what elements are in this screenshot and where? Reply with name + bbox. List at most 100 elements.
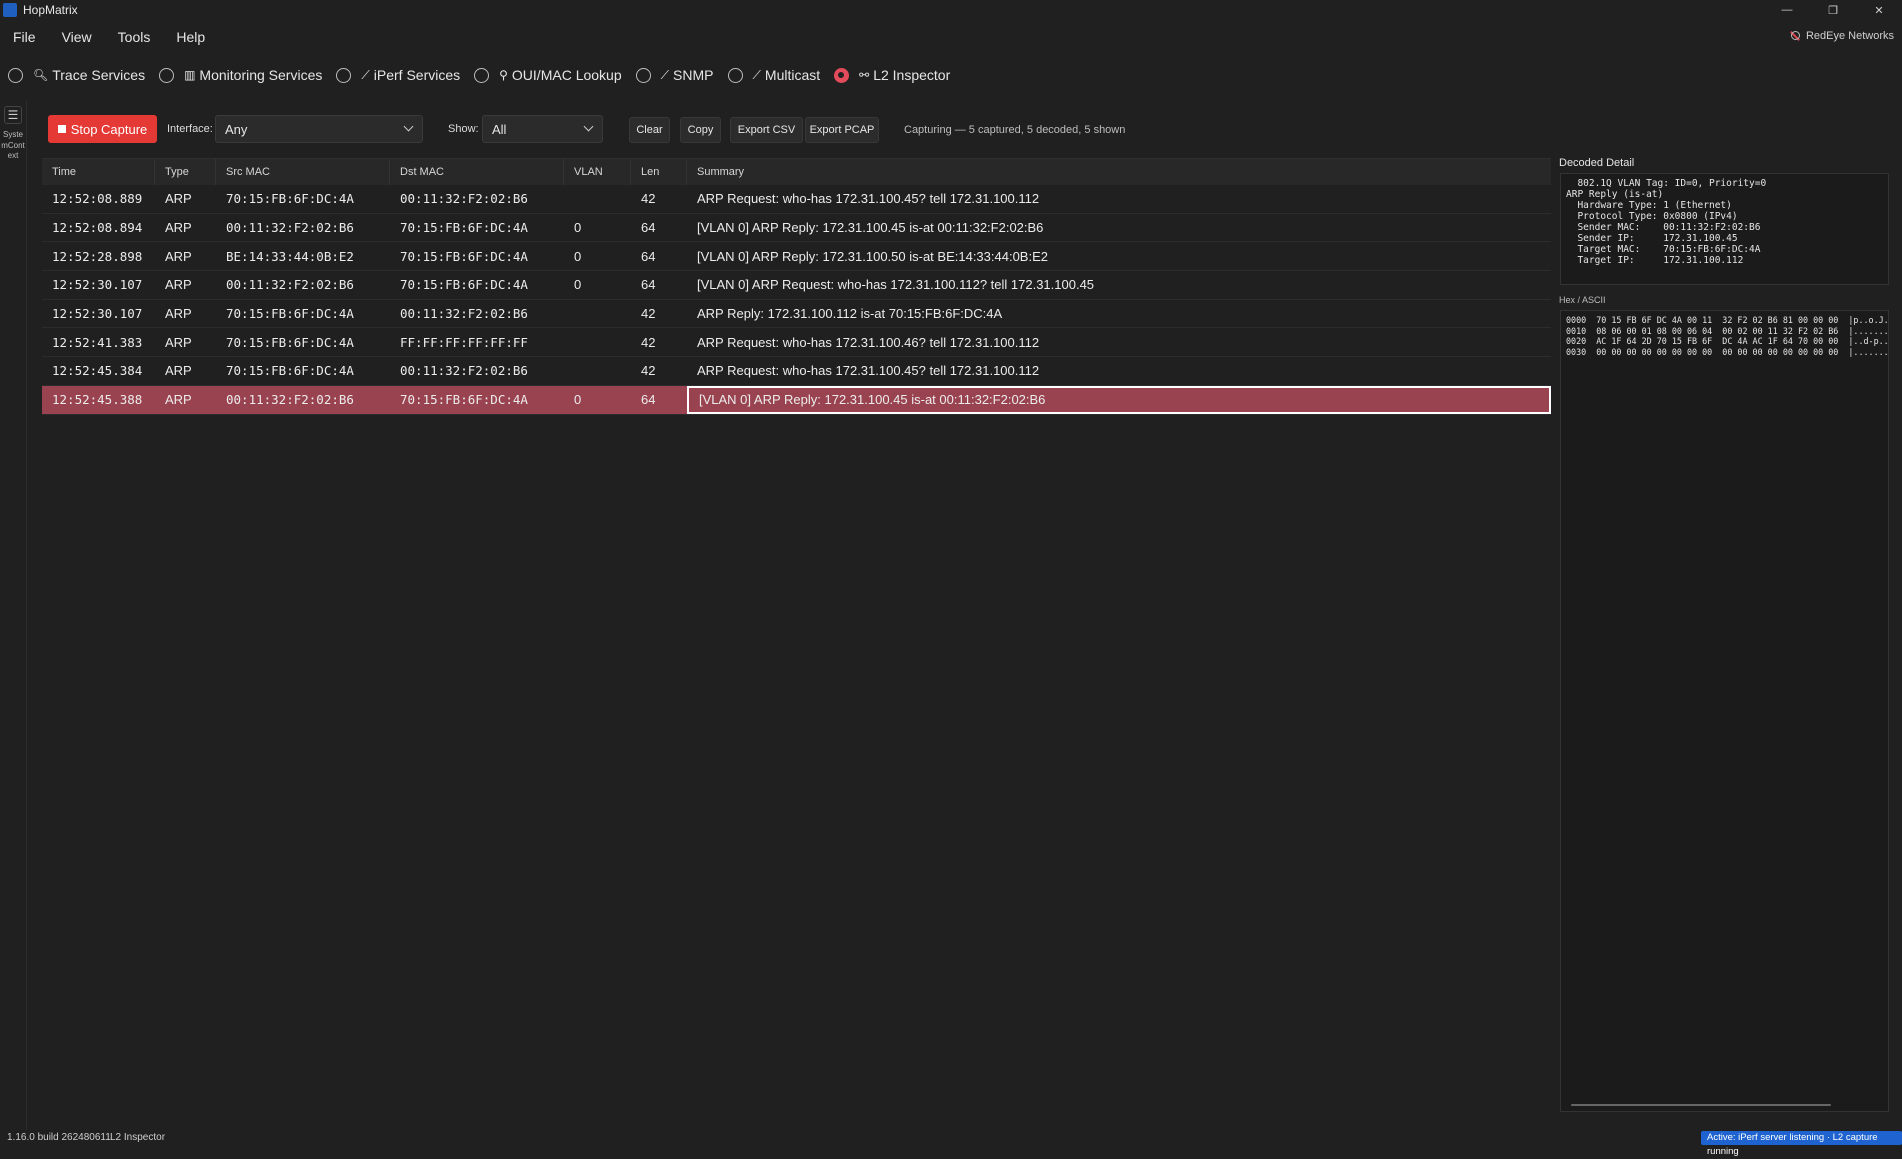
cell-src-mac: 70:15:FB:6F:DC:4A [226, 306, 354, 322]
cell-len: 42 [641, 363, 656, 379]
cell-time: 12:52:30.107 [52, 306, 143, 322]
export-csv-button[interactable]: Export CSV [730, 117, 803, 143]
hamburger-menu-icon[interactable]: ☰ [4, 106, 22, 124]
mode-label: L2 Inspector [873, 67, 951, 83]
cell-src-mac: 00:11:32:F2:02:B6 [226, 220, 354, 236]
brand: RedEye Networks [1788, 29, 1894, 43]
column-dst-mac[interactable]: Dst MAC [390, 159, 564, 185]
radio-oui-mac-lookup[interactable] [474, 67, 490, 83]
cell-dst-mac: 70:15:FB:6F:DC:4A [400, 248, 528, 264]
cell-len: 64 [641, 248, 656, 264]
capture-status: Capturing — 5 captured, 5 decoded, 5 sho… [904, 124, 1126, 136]
cell-type: ARP [165, 191, 192, 207]
clear-button[interactable]: Clear [629, 117, 670, 143]
cell-len: 42 [641, 191, 656, 207]
mode-label: SNMP [673, 67, 714, 83]
active-status-badge: Active: iPerf server listening · L2 capt… [1701, 1131, 1902, 1157]
column-summary[interactable]: Summary [687, 159, 1551, 185]
column-time[interactable]: Time [42, 159, 155, 185]
menu-tools[interactable]: Tools [105, 26, 164, 48]
column-type[interactable]: Type [155, 159, 216, 185]
cell-summary: ARP Request: who-has 172.31.100.46? tell… [697, 334, 1040, 350]
brand-name: RedEye Networks [1805, 30, 1894, 42]
detail-line: Sender IP: 172.31.100.45 [1566, 233, 1738, 244]
cell-summary[interactable]: [VLAN 0] ARP Reply: 172.31.100.45 is-at … [687, 385, 1551, 414]
cell-src-mac: 00:11:32:F2:02:B6 [226, 392, 354, 408]
column-src-mac[interactable]: Src MAC [216, 159, 390, 185]
detail-line: 802.1Q VLAN Tag: ID=0, Priority=0 [1566, 178, 1767, 189]
table-row[interactable]: 12:52:30.107 ARP 00:11:32:F2:02:B6 70:15… [42, 271, 1551, 300]
title-bar: HopMatrix — ❐ ✕ [0, 0, 1902, 20]
mode-selector: 🔍︎ Trace Services ▥ Monitoring Services … [0, 64, 956, 86]
radio-monitoring-services[interactable] [159, 67, 175, 83]
copy-button[interactable]: Copy [680, 117, 721, 143]
cell-type: ARP [165, 334, 192, 350]
mode-monitoring-services[interactable]: ▥ Monitoring Services [159, 67, 322, 83]
mode-label: iPerf Services [373, 67, 461, 83]
table-row[interactable]: 12:52:41.383 ARP 70:15:FB:6F:DC:4A FF:FF… [42, 328, 1551, 358]
mode-trace-services[interactable]: 🔍︎ Trace Services [8, 67, 145, 83]
stop-capture-label: Stop Capture [70, 121, 148, 137]
table-row[interactable]: 12:52:28.898 ARP BE:14:33:44:0B:E2 70:15… [42, 242, 1551, 272]
table-row[interactable]: 12:52:08.889 ARP 70:15:FB:6F:DC:4A 00:11… [42, 185, 1551, 214]
cell-dst-mac: 00:11:32:F2:02:B6 [400, 306, 528, 322]
mode-snmp[interactable]: ⟋ SNMP [635, 67, 714, 83]
radio-snmp[interactable] [635, 67, 651, 83]
table-row[interactable]: 12:52:45.384 ARP 70:15:FB:6F:DC:4A 00:11… [42, 357, 1551, 386]
hex-ascii-pane[interactable]: 0000 70 15 FB 6F DC 4A 00 11 32 F2 02 B6… [1560, 310, 1889, 1112]
show-label: Show: [448, 123, 479, 135]
mode-oui-mac-lookup[interactable]: ⚲ OUI/MAC Lookup [474, 67, 622, 83]
cell-summary: ARP Request: who-has 172.31.100.45? tell… [697, 191, 1040, 207]
menu-file[interactable]: File [0, 26, 49, 48]
cell-vlan [564, 300, 631, 328]
cell-type: ARP [165, 363, 192, 379]
cell-dst-mac: 00:11:32:F2:02:B6 [400, 191, 528, 207]
satellite-icon: ⟋ [752, 67, 761, 82]
link-icon: ⚯ [859, 68, 870, 82]
table-row[interactable]: 12:52:30.107 ARP 70:15:FB:6F:DC:4A 00:11… [42, 300, 1551, 329]
cell-time: 12:52:28.898 [52, 248, 143, 264]
packet-table: Time Type Src MAC Dst MAC VLAN Len Summa… [42, 158, 1551, 415]
radio-trace-services[interactable] [8, 67, 23, 83]
stop-capture-button[interactable]: Stop Capture [48, 115, 157, 143]
cell-vlan [564, 185, 631, 213]
minimize-icon[interactable]: — [1764, 0, 1810, 20]
table-row[interactable]: 12:52:08.894 ARP 00:11:32:F2:02:B6 70:15… [42, 214, 1551, 243]
detail-line: Target IP: 172.31.100.112 [1566, 255, 1744, 266]
cell-src-mac: BE:14:33:44:0B:E2 [226, 248, 354, 264]
mode-l2-inspector[interactable]: ⚯ L2 Inspector [834, 67, 950, 83]
close-icon[interactable]: ✕ [1856, 0, 1902, 20]
cell-type: ARP [165, 306, 192, 322]
menu-help[interactable]: Help [163, 26, 218, 48]
cell-src-mac: 70:15:FB:6F:DC:4A [226, 191, 354, 207]
decoded-detail-pane[interactable]: 802.1Q VLAN Tag: ID=0, Priority=0 ARP Re… [1560, 173, 1889, 285]
mode-multicast[interactable]: ⟋ Multicast [727, 67, 820, 83]
version-text: 1.16.0 build 262480611 [7, 1132, 111, 1143]
sidebar-divider [26, 100, 27, 1130]
cell-summary: ARP Reply: 172.31.100.112 is-at 70:15:FB… [697, 306, 1003, 322]
detail-line: Sender MAC: 00:11:32:F2:02:B6 [1566, 222, 1761, 233]
menu-view[interactable]: View [49, 26, 105, 48]
show-filter-select[interactable]: All [482, 115, 603, 143]
table-row-selected[interactable]: 12:52:45.388 ARP 00:11:32:F2:02:B6 70:15… [42, 385, 1551, 415]
chevron-down-icon [583, 121, 594, 132]
restore-icon[interactable]: ❐ [1810, 0, 1856, 20]
cell-vlan: 0 [574, 392, 582, 408]
export-pcap-button[interactable]: Export PCAP [805, 117, 879, 143]
hex-line: 0030 00 00 00 00 00 00 00 00 00 00 00 00… [1566, 346, 1889, 357]
hex-line: 0010 08 06 00 01 08 00 06 04 00 02 00 11… [1566, 325, 1889, 336]
cell-type: ARP [165, 392, 192, 408]
column-len[interactable]: Len [631, 159, 687, 185]
horizontal-scrollbar[interactable] [1571, 1104, 1831, 1106]
column-vlan[interactable]: VLAN [564, 159, 631, 185]
mode-iperf-services[interactable]: ⟋ iPerf Services [336, 67, 460, 83]
radio-l2-inspector[interactable] [834, 67, 850, 83]
radio-iperf-services[interactable] [336, 67, 352, 83]
satellite-icon: ⟋ [660, 67, 670, 82]
cell-vlan: 0 [574, 220, 582, 236]
cell-summary: [VLAN 0] ARP Reply: 172.31.100.45 is-at … [697, 220, 1044, 236]
cell-len: 64 [641, 277, 656, 293]
interface-select[interactable]: Any [215, 115, 423, 143]
radio-multicast[interactable] [727, 67, 743, 83]
system-context-tab[interactable]: SystemContext [0, 130, 26, 162]
